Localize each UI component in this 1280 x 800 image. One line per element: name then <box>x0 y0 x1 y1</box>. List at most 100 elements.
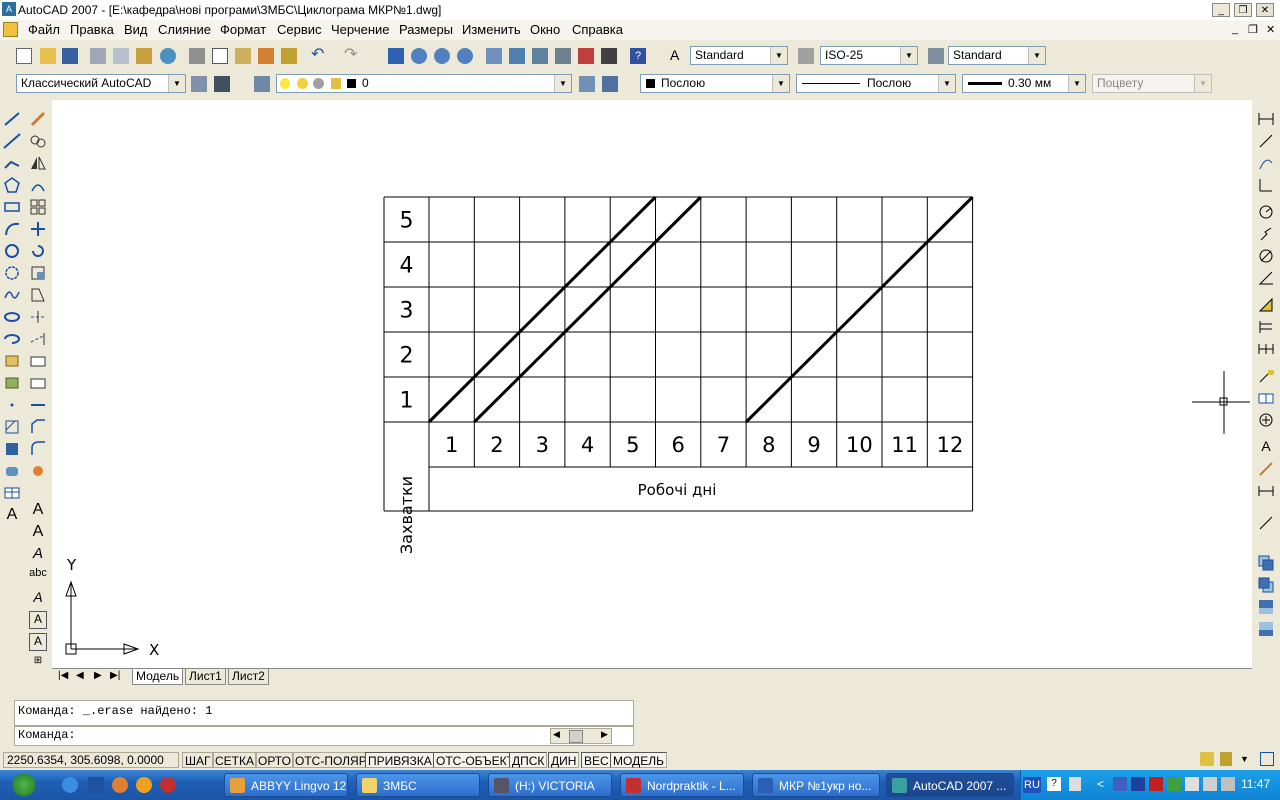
arc-icon[interactable] <box>3 220 21 238</box>
lineweight-select[interactable]: 0.30 мм ▼ <box>962 74 1086 93</box>
linear-dimension-icon[interactable] <box>1257 110 1275 128</box>
volume-tray-icon[interactable] <box>1221 777 1235 791</box>
task-lingvo[interactable]: ABBYY Lingvo 12 <box>224 773 348 797</box>
help-tray-icon[interactable]: ? <box>1047 777 1061 791</box>
update-tray-icon[interactable] <box>1167 777 1181 791</box>
polar-toggle[interactable]: ОТС-ПОЛЯР <box>292 752 370 768</box>
baseline-dimension-icon[interactable] <box>1257 318 1275 336</box>
pan-icon[interactable] <box>388 48 404 64</box>
menu-tools[interactable]: Сервис <box>277 22 322 37</box>
calculator-icon[interactable] <box>601 48 617 64</box>
hatch-icon[interactable] <box>3 418 21 436</box>
model-toggle[interactable]: МОДЕЛЬ <box>610 752 667 768</box>
opera-quicklaunch-icon[interactable] <box>160 777 176 793</box>
ducs-toggle[interactable]: ДПСК <box>509 752 548 768</box>
document-icon[interactable] <box>3 22 18 37</box>
text-style-manager-icon[interactable]: A <box>29 611 47 629</box>
scroll-right-icon[interactable]: ▶ <box>601 729 608 740</box>
task-drive[interactable]: (H:) VICTORIA <box>488 773 612 797</box>
chamfer-icon[interactable] <box>29 418 47 436</box>
flow-line[interactable] <box>473 195 702 424</box>
text-style-select[interactable]: Standard ▼ <box>690 46 788 65</box>
erase-icon[interactable] <box>29 110 47 128</box>
ortho-toggle[interactable]: ОРТО <box>255 752 294 768</box>
redo-icon[interactable]: ↷ <box>344 47 360 64</box>
first-tab-arrow-icon[interactable]: |◀ <box>58 670 68 681</box>
communication-center-icon[interactable] <box>1200 752 1214 766</box>
status-menu-arrow-icon[interactable]: ▼ <box>1240 754 1249 764</box>
stretch-icon[interactable] <box>29 286 47 304</box>
task-word[interactable]: МКР №1укр но... <box>752 773 880 797</box>
aligned-dimension-icon[interactable] <box>1257 132 1275 150</box>
printer-tray-icon[interactable] <box>1185 777 1199 791</box>
table-style-icon[interactable] <box>928 48 944 64</box>
dimension-text-edit-icon[interactable] <box>1257 460 1275 478</box>
flow-line[interactable] <box>427 195 657 424</box>
join-icon[interactable] <box>29 396 47 414</box>
make-block-icon[interactable] <box>3 374 21 392</box>
copy-object-icon[interactable] <box>29 132 47 150</box>
my-workspace-icon[interactable] <box>214 76 230 92</box>
tool-palettes-icon[interactable] <box>532 48 548 64</box>
jogged-dimension-icon[interactable] <box>1257 225 1275 243</box>
offset-icon[interactable] <box>29 176 47 194</box>
text-icon[interactable]: A <box>29 501 47 519</box>
next-tab-arrow-icon[interactable]: ▶ <box>94 670 102 681</box>
zoom-realtime-icon[interactable] <box>411 48 427 64</box>
menu-view[interactable]: Вид <box>124 22 148 37</box>
grid-toggle[interactable]: СЕТКА <box>212 752 257 768</box>
scroll-thumb[interactable] <box>569 730 583 743</box>
ellipse-arc-icon[interactable] <box>3 330 21 348</box>
command-input-box[interactable] <box>14 726 634 746</box>
publish-icon[interactable] <box>136 48 152 64</box>
rectangle-icon[interactable] <box>3 198 21 216</box>
autocad-quicklaunch-icon[interactable] <box>112 777 128 793</box>
insert-block-icon[interactable] <box>3 352 21 370</box>
mirror-icon[interactable] <box>29 154 47 172</box>
doc-restore-button[interactable]: ❐ <box>1248 23 1258 36</box>
plot-icon[interactable] <box>90 48 106 64</box>
array-icon[interactable] <box>29 198 47 216</box>
drawing-area[interactable]: 54321 1 2 3 4 5 6 7 8 9 10 11 12 Захватки Робочі дн… <box>52 100 1252 668</box>
markup-icon[interactable] <box>578 48 594 64</box>
device-tray-icon[interactable] <box>1203 777 1217 791</box>
workspace-select[interactable]: Классический AutoCAD ▼ <box>16 74 186 93</box>
scale-text-icon[interactable]: A <box>29 633 47 651</box>
menu-format[interactable]: Формат <box>220 22 266 37</box>
tab-layout1[interactable]: Лист1 <box>185 669 226 685</box>
arc-length-icon[interactable] <box>1257 154 1275 172</box>
start-button[interactable] <box>0 770 48 800</box>
dimension-update-icon[interactable] <box>1257 482 1275 500</box>
zoom-previous-icon[interactable] <box>457 48 473 64</box>
word-quicklaunch-icon[interactable] <box>88 777 104 793</box>
osnap-toggle[interactable]: ПРИВЯЗКА <box>365 752 435 768</box>
break-at-point-icon[interactable] <box>29 352 47 370</box>
close-button[interactable]: ✕ <box>1256 3 1274 17</box>
layer-select[interactable]: 0 ▼ <box>276 74 572 93</box>
justify-text-icon[interactable]: ⊞ <box>29 655 47 673</box>
doc-close-button[interactable]: ✕ <box>1266 23 1275 36</box>
design-center-icon[interactable] <box>509 48 525 64</box>
lwt-toggle[interactable]: ВЕС <box>581 752 612 768</box>
table-style-select[interactable]: Standard ▼ <box>948 46 1046 65</box>
extend-icon[interactable] <box>29 330 47 348</box>
help-icon[interactable]: ? <box>630 48 646 64</box>
diameter-dimension-icon[interactable] <box>1257 247 1275 265</box>
menu-merge[interactable]: Слияние <box>158 22 211 37</box>
flow-line[interactable] <box>745 195 974 424</box>
break-icon[interactable] <box>29 374 47 392</box>
tab-layout2[interactable]: Лист2 <box>228 669 269 685</box>
angular-dimension-icon[interactable] <box>1257 269 1275 287</box>
dim-style-select[interactable]: ISO-25 ▼ <box>820 46 918 65</box>
move-icon[interactable] <box>29 220 47 238</box>
properties-icon[interactable] <box>486 48 502 64</box>
spline-icon[interactable] <box>3 286 21 304</box>
construction-line-icon[interactable] <box>3 132 21 150</box>
gradient-icon[interactable] <box>3 440 21 458</box>
dim-style-icon[interactable] <box>798 48 814 64</box>
spell-check-icon[interactable]: A <box>29 589 47 607</box>
radius-dimension-icon[interactable] <box>1257 203 1275 221</box>
table-icon[interactable] <box>3 484 21 502</box>
scale-icon[interactable] <box>29 264 47 282</box>
media-quicklaunch-icon[interactable] <box>136 777 152 793</box>
